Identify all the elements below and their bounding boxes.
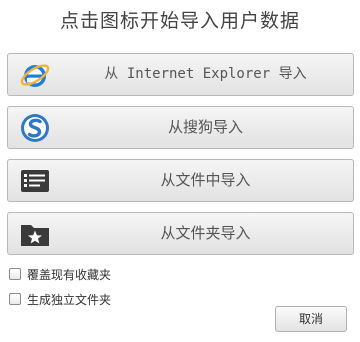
import-sogou-button[interactable]: 从搜狗导入 <box>7 106 354 149</box>
cancel-button[interactable]: 取消 <box>275 306 347 332</box>
star-folder-icon <box>18 217 52 251</box>
import-file-button[interactable]: 从文件中导入 <box>7 159 354 202</box>
separate-folder-checkbox[interactable] <box>9 293 21 305</box>
import-folder-button[interactable]: 从文件夹导入 <box>7 212 354 255</box>
overwrite-favorites-option[interactable]: 覆盖现有收藏夹 <box>9 266 111 282</box>
import-ie-button[interactable]: 从 Internet Explorer 导入 <box>7 53 354 96</box>
overwrite-favorites-checkbox[interactable] <box>9 268 21 280</box>
file-list-icon <box>18 164 52 198</box>
import-ie-label: 从 Internet Explorer 导入 <box>104 66 307 82</box>
separate-folder-option[interactable]: 生成独立文件夹 <box>9 291 111 307</box>
import-folder-label: 从文件夹导入 <box>160 224 251 242</box>
sogou-browser-icon <box>18 111 52 145</box>
import-sogou-label: 从搜狗导入 <box>167 118 243 136</box>
dialog-title: 点击图标开始导入用户数据 <box>59 10 300 32</box>
internet-explorer-icon <box>18 58 52 92</box>
overwrite-favorites-label: 覆盖现有收藏夹 <box>27 267 112 282</box>
import-file-label: 从文件中导入 <box>160 171 251 189</box>
separate-folder-label: 生成独立文件夹 <box>27 292 112 307</box>
